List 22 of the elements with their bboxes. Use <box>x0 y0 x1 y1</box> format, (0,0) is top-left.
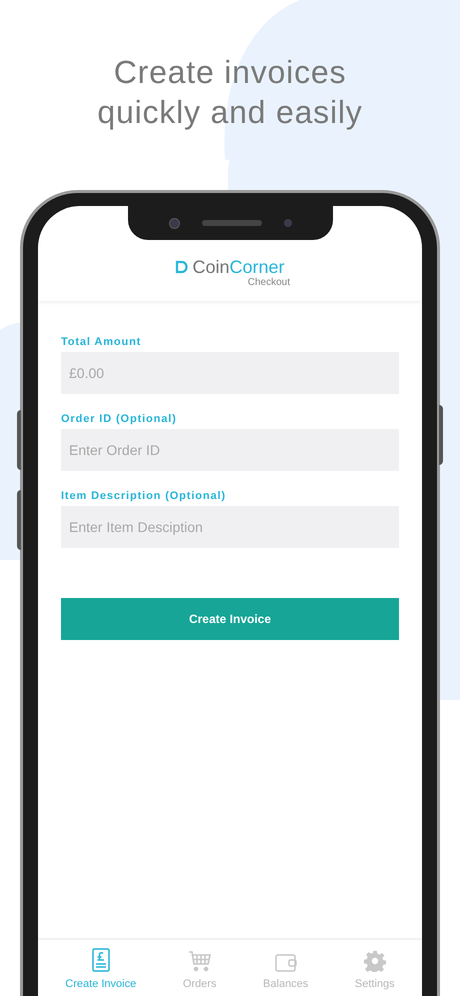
wallet-icon <box>274 954 297 972</box>
logo-subtitle: Checkout <box>248 277 290 289</box>
input-field[interactable]: £0.00 <box>61 352 399 394</box>
field-label: Order ID (Optional) <box>61 412 178 426</box>
create-invoice-button[interactable]: Create Invoice <box>61 598 399 640</box>
logo-text: CoinCorner <box>192 257 285 277</box>
speaker-icon <box>202 220 262 226</box>
field-label: Total Amount <box>61 335 142 349</box>
logo-icon <box>175 260 188 274</box>
headline: Create invoices quickly and easily <box>96 53 364 132</box>
sensor-icon <box>284 219 292 227</box>
input-field[interactable]: Enter Item Desciption <box>61 506 399 548</box>
tab-item[interactable]: Orders <box>182 950 216 992</box>
field-label: Item Description (Optional) <box>61 489 227 503</box>
tab-item[interactable]: Balances <box>263 954 308 992</box>
tab-item[interactable]: Settings <box>354 950 395 992</box>
camera-icon <box>169 218 180 228</box>
input-field[interactable]: Enter Order ID <box>61 429 399 471</box>
receipt-icon <box>92 948 110 972</box>
settings-icon <box>364 950 386 972</box>
tab-item[interactable]: Create Invoice <box>65 948 136 992</box>
cart-icon <box>188 950 212 972</box>
